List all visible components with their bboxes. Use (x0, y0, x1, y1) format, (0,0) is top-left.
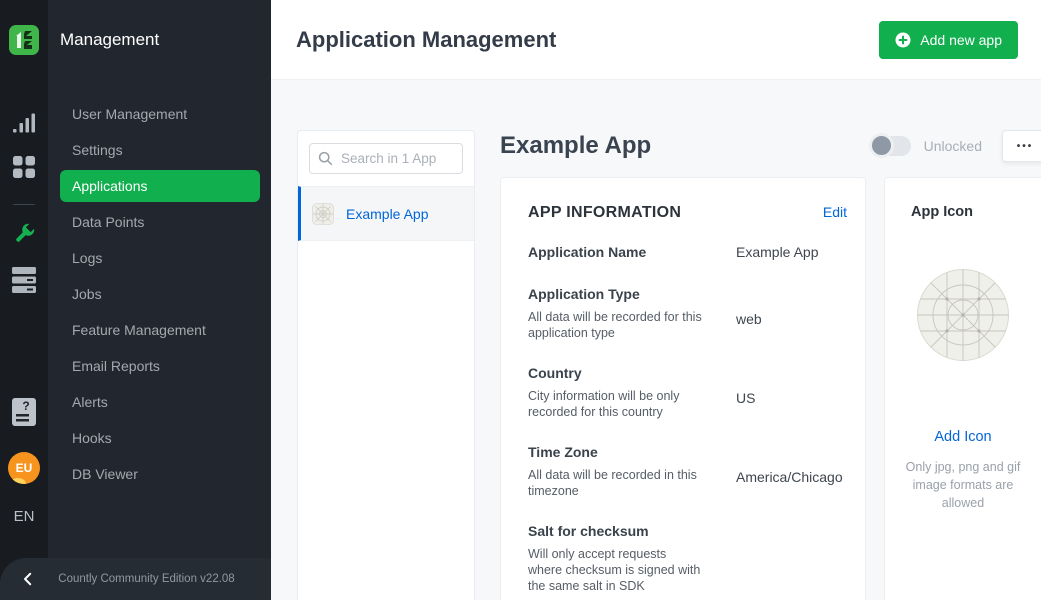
page-title: Application Management (296, 27, 879, 53)
server-stack-icon[interactable] (12, 267, 36, 299)
app-icon-title: App Icon (885, 204, 1041, 220)
app-detail: Example App Unlocked ••• APP INFORMATION… (500, 130, 1041, 600)
sidebar-item-applications[interactable]: Applications (60, 170, 260, 202)
user-avatar[interactable]: EU (8, 452, 40, 484)
info-row-salt-for-checksum: Salt for checksum Will only accept reque… (528, 521, 847, 594)
row-label: Application Name (528, 242, 736, 262)
app-icon-card: App Icon (884, 177, 1041, 600)
version-label: Countly Community Edition v22.08 (56, 573, 271, 585)
menu-nav: User Management Settings Applications Da… (60, 98, 260, 490)
sidebar-item-hooks[interactable]: Hooks (60, 422, 260, 454)
strip-divider (13, 204, 35, 205)
sidebar-item-settings[interactable]: Settings (60, 134, 260, 166)
sidebar: ? EU EN Management User Management Setti… (0, 0, 271, 600)
sidebar-footer: Countly Community Edition v22.08 (0, 558, 271, 600)
app-search-input[interactable] (309, 143, 463, 174)
icon-format-note: Only jpg, png and gif image formats are … (902, 459, 1024, 512)
info-row-country: Country City information will be only re… (528, 363, 847, 420)
info-row-time-zone: Time Zone All data will be recorded in t… (528, 442, 847, 499)
avatar-initials: EU (16, 461, 33, 475)
page-header: Application Management Add new app (271, 0, 1041, 80)
row-description: Will only accept requests where checksum… (528, 546, 702, 594)
app-information-title: APP INFORMATION (528, 204, 823, 222)
row-description: All data will be recorded in this timezo… (528, 467, 702, 499)
sidebar-menu: Management User Management Settings Appl… (48, 0, 271, 558)
row-label: Time Zone (528, 442, 736, 462)
info-row-application-name: Application Name Example App (528, 242, 847, 262)
apps-grid-icon[interactable] (13, 156, 35, 183)
app-thumbnail-icon (312, 203, 334, 225)
management-wrench-icon[interactable] (12, 222, 36, 251)
row-label: Application Type (528, 284, 736, 304)
sidebar-item-alerts[interactable]: Alerts (60, 386, 260, 418)
row-value: America/Chicago (736, 467, 843, 499)
main-area: Application Management Add new app (271, 0, 1041, 600)
language-selector[interactable]: EN (0, 508, 48, 525)
add-icon-link[interactable]: Add Icon (934, 429, 991, 445)
more-options-button[interactable]: ••• (1002, 130, 1041, 162)
lock-toggle-knob[interactable] (869, 133, 894, 158)
sidebar-item-logs[interactable]: Logs (60, 242, 260, 274)
content-area: Example App Example App Unlocked ••• APP… (271, 80, 1041, 600)
search-wrap (298, 131, 474, 186)
sidebar-item-user-management[interactable]: User Management (60, 98, 260, 130)
row-description: City information will be only recorded f… (528, 388, 702, 420)
menu-title: Management (60, 30, 260, 50)
app-list-panel: Example App (297, 130, 475, 600)
row-value: Example App (736, 242, 819, 262)
svg-text:?: ? (22, 399, 29, 413)
app-item-name: Example App (346, 206, 429, 222)
app-information-card: APP INFORMATION Edit Application Name Ex… (500, 177, 866, 600)
detail-cards: APP INFORMATION Edit Application Name Ex… (500, 177, 1041, 600)
lock-toggle-label: Unlocked (924, 138, 982, 154)
help-guide-icon[interactable]: ? (11, 397, 37, 432)
row-label: Country (528, 363, 736, 383)
lock-toggle[interactable] (871, 136, 911, 156)
add-new-app-button[interactable]: Add new app (879, 21, 1018, 59)
edit-link[interactable]: Edit (823, 204, 847, 220)
sidebar-item-email-reports[interactable]: Email Reports (60, 350, 260, 382)
info-row-application-type: Application Type All data will be record… (528, 284, 847, 341)
sidebar-item-data-points[interactable]: Data Points (60, 206, 260, 238)
sidebar-item-feature-management[interactable]: Feature Management (60, 314, 260, 346)
add-new-app-label: Add new app (920, 32, 1002, 48)
row-value: web (736, 309, 762, 341)
app-information-head: APP INFORMATION Edit (528, 204, 847, 222)
plus-circle-icon (895, 32, 911, 48)
sidebar-item-db-viewer[interactable]: DB Viewer (60, 458, 260, 490)
sidebar-item-jobs[interactable]: Jobs (60, 278, 260, 310)
collapse-sidebar-button[interactable] (0, 570, 56, 588)
app-list-item-example-app[interactable]: Example App (298, 186, 474, 241)
analytics-bars-icon[interactable] (13, 112, 35, 139)
sidebar-icon-strip: ? EU EN (0, 0, 48, 600)
row-description: All data will be recorded for this appli… (528, 309, 702, 341)
detail-header: Example App Unlocked ••• (500, 130, 1041, 162)
row-label: Salt for checksum (528, 521, 736, 541)
app-icon-placeholder (916, 268, 1010, 362)
detail-app-title: Example App (500, 132, 871, 160)
row-value: US (736, 388, 755, 420)
countly-logo-icon[interactable] (8, 24, 40, 61)
countly-app-window: ? EU EN Management User Management Setti… (0, 0, 1041, 600)
chevron-left-icon (19, 570, 37, 588)
